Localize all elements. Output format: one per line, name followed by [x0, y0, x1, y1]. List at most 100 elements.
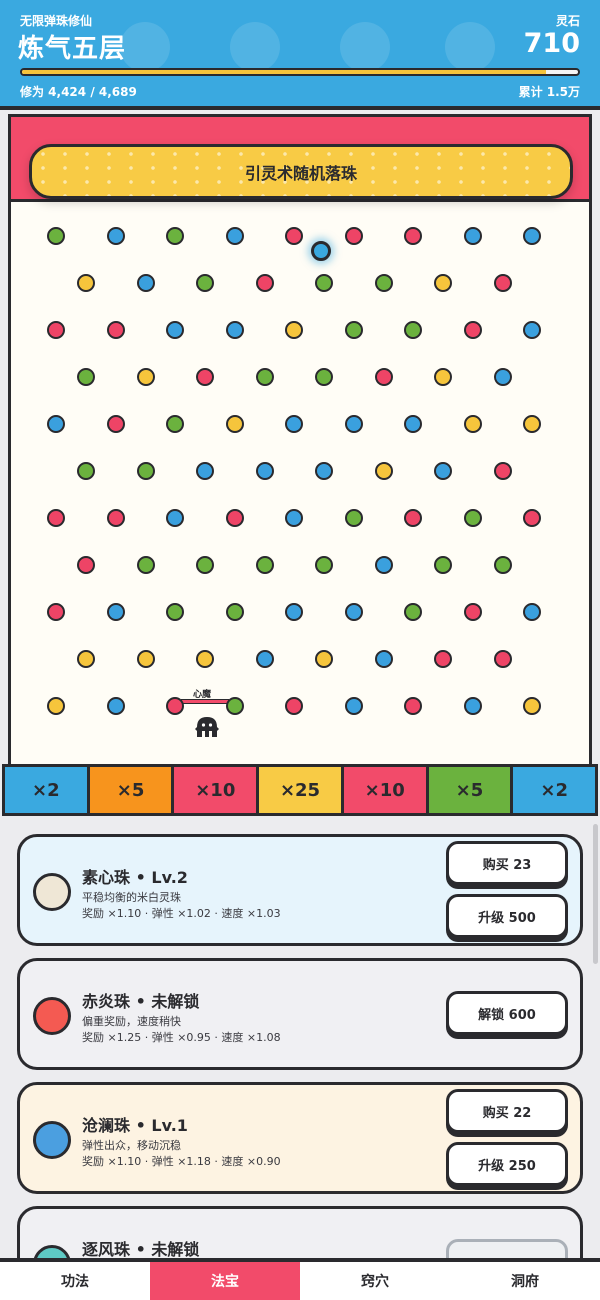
tab-3[interactable]: 窍穴 [300, 1262, 450, 1300]
pachinko-board[interactable]: 引灵术随机落珠 心魔 [8, 114, 592, 768]
peg-red [285, 697, 303, 715]
artifact-description: 弹性出众，移动沉稳 [82, 1139, 181, 1152]
peg-green [315, 368, 333, 386]
drop-banner-button[interactable]: 引灵术随机落珠 [29, 144, 573, 199]
artifact-title: 逐风珠 • 未解锁 [82, 1240, 200, 1258]
artifact-card[interactable]: 逐风珠 • 未解锁 [17, 1206, 583, 1258]
peg-blue [315, 462, 333, 480]
artifact-card[interactable]: 沧澜珠 • Lv.1 弹性出众，移动沉稳 奖励 ×1.10 · 弹性 ×1.18 ·… [17, 1082, 583, 1194]
peg-green [374, 274, 393, 292]
peg-red [196, 368, 214, 386]
upgrade-button[interactable]: 升级 250 [446, 1142, 568, 1186]
peg-blue [344, 697, 363, 715]
peg-red [47, 321, 65, 339]
peg-green [196, 274, 214, 292]
peg-green [136, 556, 155, 574]
tab-1[interactable]: 功法 [0, 1262, 150, 1300]
artifact-card[interactable]: 赤炎珠 • 未解锁 偏重奖励，速度稍快 奖励 ×1.25 · 弹性 ×0.95 · … [17, 958, 583, 1070]
peg-yellow [136, 368, 155, 386]
peg-blue [47, 415, 65, 433]
header-bubble-decoration [340, 22, 390, 72]
header-bubble-decoration [230, 22, 280, 72]
multiplier-slot: ×2 [510, 764, 599, 816]
status-header: 无限弹珠修仙 炼气五层 灵石 710 修为 4,424 / 4,689 累计 1… [0, 0, 600, 106]
peg-yellow [47, 697, 65, 715]
peg-green [434, 556, 452, 574]
peg-blue [106, 603, 125, 621]
realm-title: 炼气五层 [18, 34, 127, 64]
upgrade-button[interactable]: 升级 500 [446, 894, 568, 938]
peg-blue [463, 227, 482, 245]
peg-green [166, 603, 184, 621]
peg-blue [463, 697, 482, 715]
peg-yellow [225, 415, 244, 433]
peg-green [77, 462, 95, 480]
peg-green [315, 556, 333, 574]
peg-blue [374, 650, 393, 668]
peg-yellow [523, 415, 541, 433]
artifact-stats: 奖励 ×1.10 · 弹性 ×1.02 · 速度 ×1.03 [82, 907, 281, 920]
peg-blue [225, 227, 244, 245]
bottom-tab-bar: 功法 法宝 窍穴 洞府 [0, 1258, 600, 1300]
header-bubble-decoration [445, 22, 495, 72]
peg-yellow [136, 650, 155, 668]
tab-4[interactable]: 洞府 [450, 1262, 600, 1300]
peg-blue [196, 462, 214, 480]
peg-red [166, 697, 184, 715]
artifact-shop-list[interactable]: 素心珠 • Lv.2 平稳均衡的米白灵珠 奖励 ×1.10 · 弹性 ×1.02 ·… [0, 816, 600, 1258]
peg-blue [493, 368, 512, 386]
peg-yellow [374, 462, 393, 480]
peg-blue [106, 227, 125, 245]
multiplier-slot: ×10 [340, 764, 429, 816]
peg-blue [374, 556, 393, 574]
peg-green [136, 462, 155, 480]
peg-blue [523, 321, 541, 339]
peg-blue [285, 603, 303, 621]
peg-green [77, 368, 95, 386]
artifact-orb-icon [33, 997, 71, 1035]
buy-button[interactable]: 购买 23 [446, 841, 568, 885]
peg-red [285, 227, 303, 245]
peg-blue [404, 415, 422, 433]
tab-2[interactable]: 法宝 [150, 1262, 300, 1300]
shop-scrollbar[interactable] [593, 824, 598, 964]
peg-red [106, 415, 125, 433]
peg-green [315, 274, 333, 292]
artifact-title: 沧澜珠 • Lv.1 [82, 1116, 188, 1135]
drop-banner-label: 引灵术随机落珠 [244, 163, 357, 183]
demon-monster-icon[interactable] [193, 715, 221, 739]
peg-blue [434, 462, 452, 480]
peg-green [225, 603, 244, 621]
peg-yellow [434, 274, 452, 292]
peg-yellow [196, 650, 214, 668]
peg-blue [106, 697, 125, 715]
peg-red [523, 509, 541, 527]
buy-button[interactable]: 购买 22 [446, 1089, 568, 1133]
unlock-button[interactable]: 解锁 600 [446, 991, 568, 1035]
peg-blue [166, 509, 184, 527]
peg-blue [344, 415, 363, 433]
artifact-orb-icon [33, 1245, 71, 1258]
peg-yellow [315, 650, 333, 668]
multiplier-slot: ×2 [2, 764, 90, 816]
artifact-orb-icon [33, 1121, 71, 1159]
peg-green [255, 556, 274, 574]
peg-red [77, 556, 95, 574]
peg-red [255, 274, 274, 292]
peg-blue [225, 321, 244, 339]
peg-green [404, 321, 422, 339]
locked-action-button[interactable] [446, 1239, 568, 1258]
peg-red [493, 462, 512, 480]
currency-value: 710 [523, 28, 580, 59]
peg-green [255, 368, 274, 386]
peg-green [47, 227, 65, 245]
artifact-stats: 奖励 ×1.25 · 弹性 ×0.95 · 速度 ×1.08 [82, 1031, 281, 1044]
peg-red [225, 509, 244, 527]
peg-red [463, 321, 482, 339]
peg-red [374, 368, 393, 386]
peg-blue [255, 650, 274, 668]
peg-yellow [77, 274, 95, 292]
peg-green [493, 556, 512, 574]
ball [311, 241, 331, 261]
artifact-card[interactable]: 素心珠 • Lv.2 平稳均衡的米白灵珠 奖励 ×1.10 · 弹性 ×1.02 ·… [17, 834, 583, 946]
